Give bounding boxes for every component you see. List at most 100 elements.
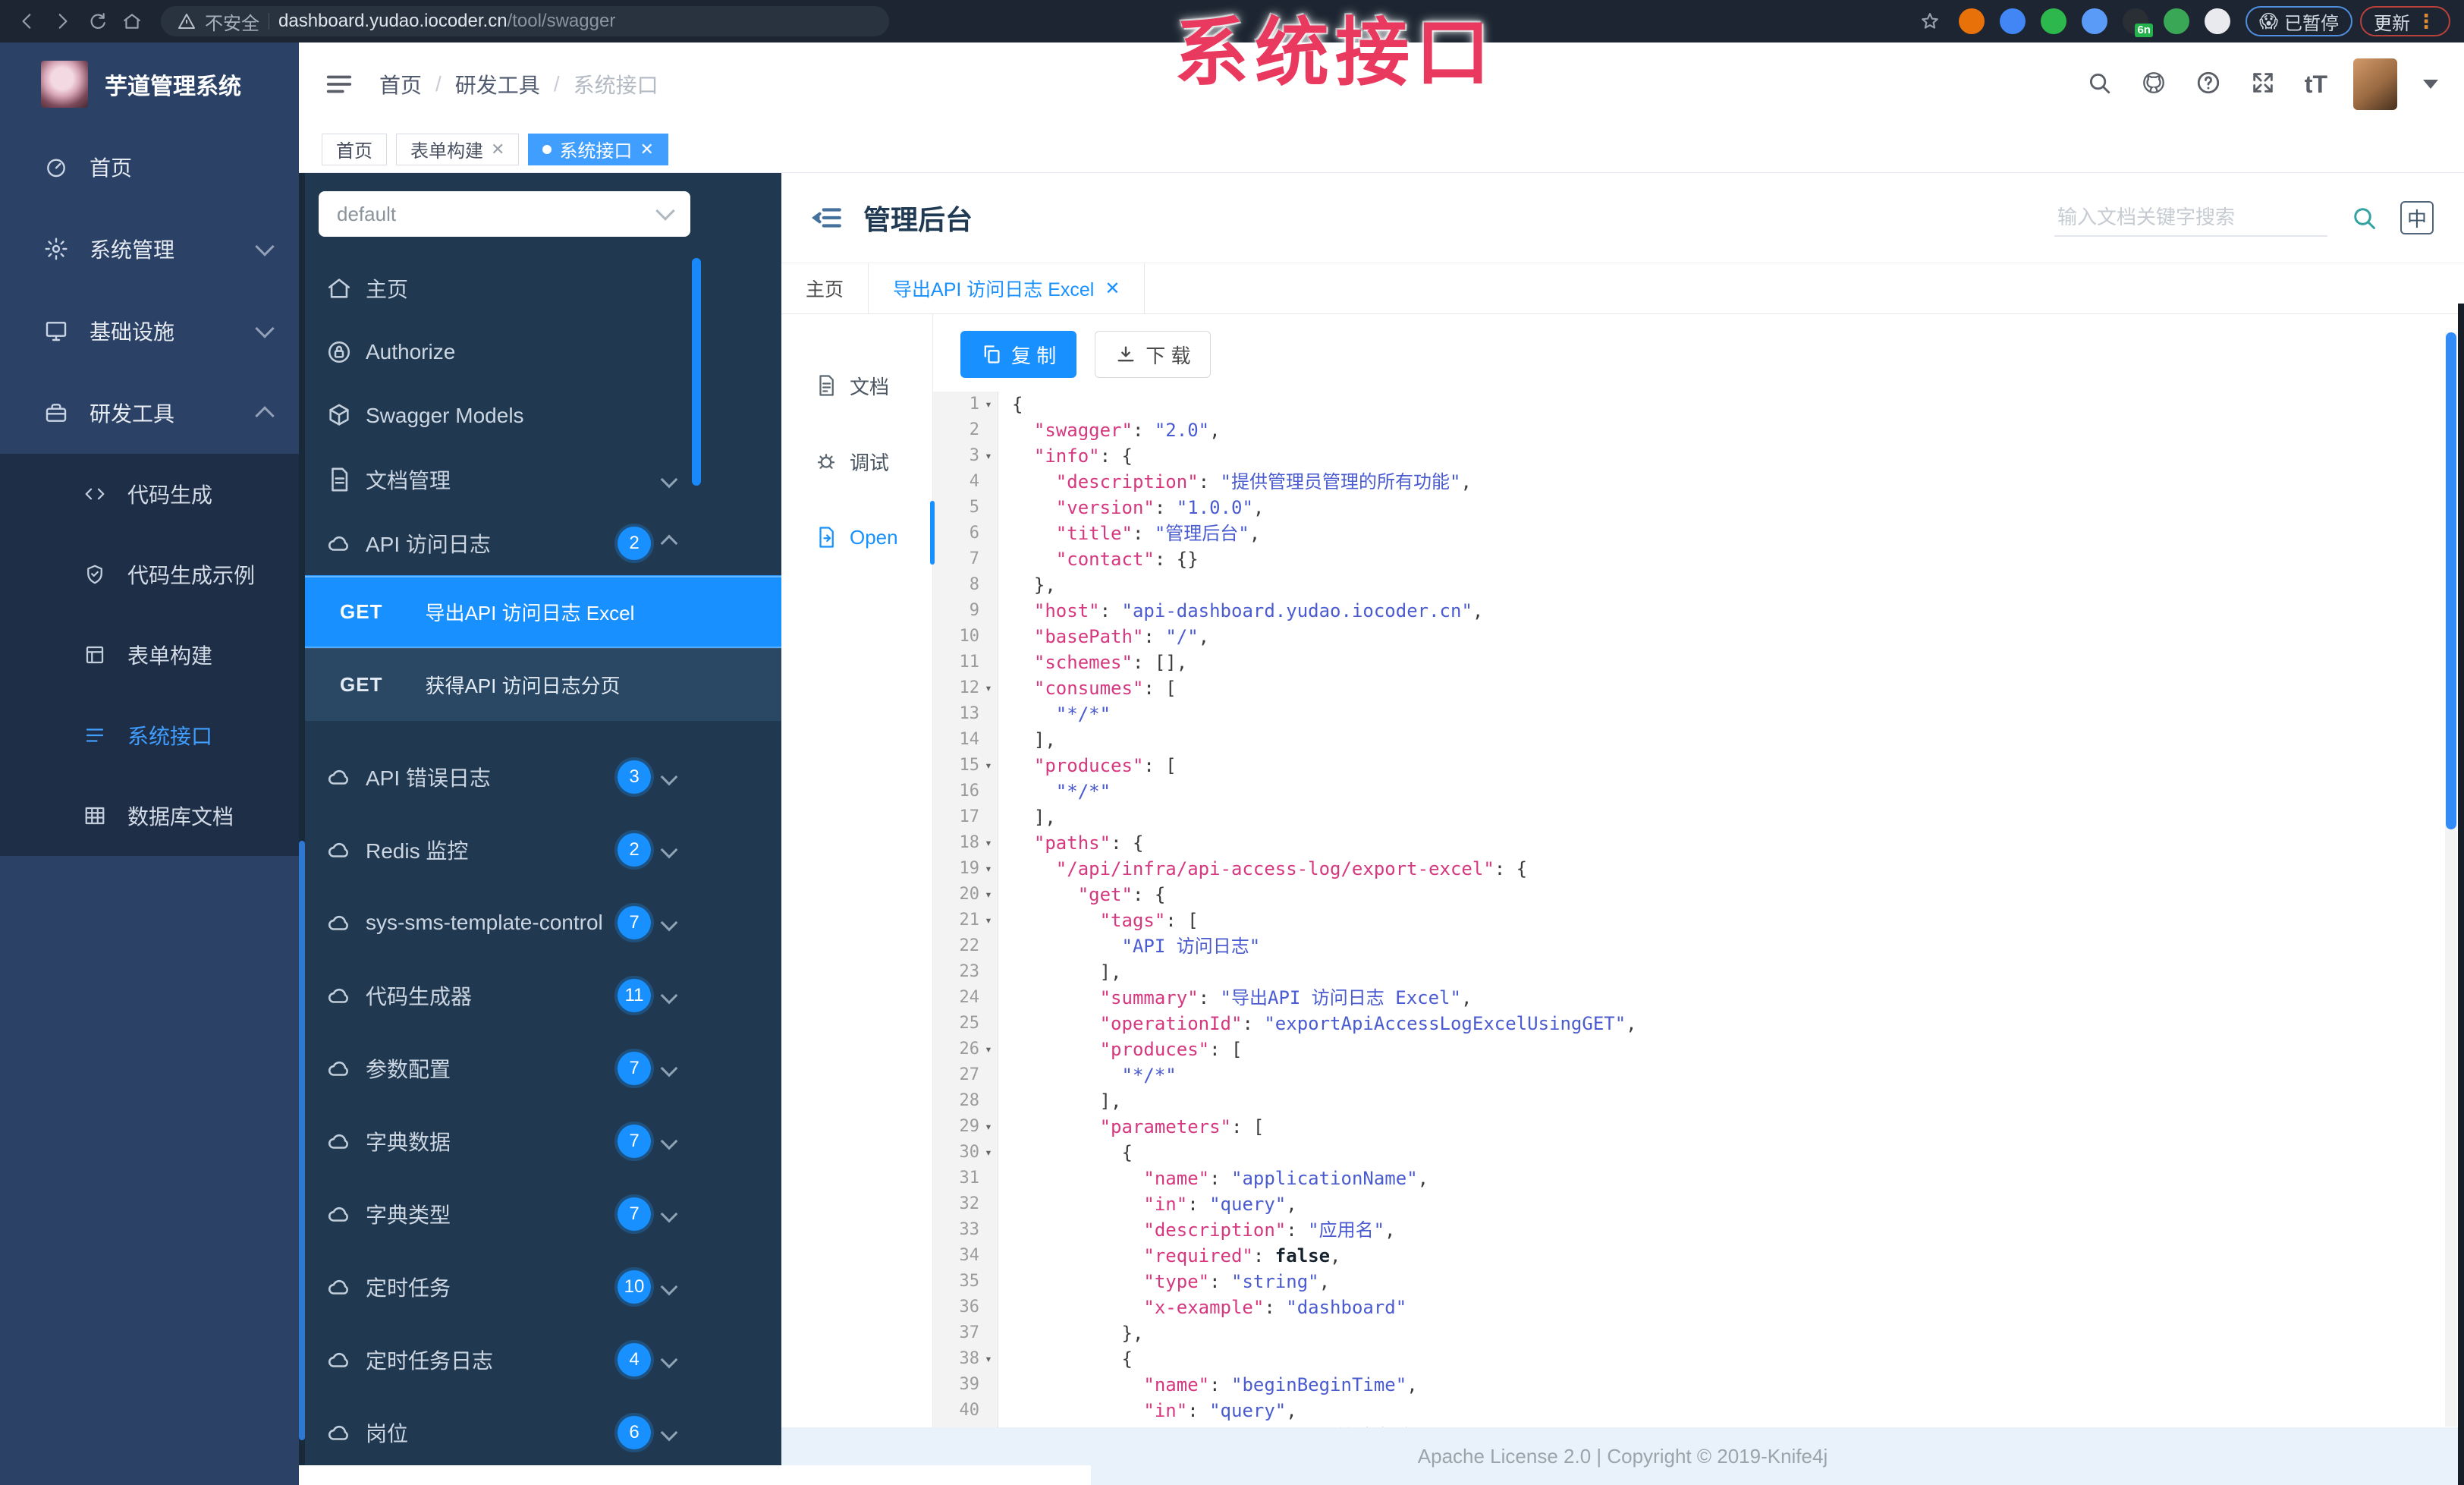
back-icon[interactable] bbox=[14, 8, 41, 35]
line-number[interactable]: 22 bbox=[933, 933, 998, 959]
line-number[interactable]: 36 bbox=[933, 1295, 998, 1320]
doc-search-input[interactable] bbox=[2057, 205, 2324, 229]
api-operation-导出API 访问日志 Excel[interactable]: GET 导出API 访问日志 Excel bbox=[299, 575, 781, 648]
swagger-group-定时任务[interactable]: 定时任务 10 bbox=[299, 1251, 781, 1323]
sidebar-subitem-系统接口[interactable]: 系统接口 bbox=[0, 695, 299, 776]
fold-toggle-icon[interactable]: ▾ bbox=[979, 443, 998, 469]
line-number[interactable]: 3 ▾ bbox=[933, 443, 998, 469]
download-button[interactable]: 下 载 bbox=[1095, 331, 1212, 378]
line-number[interactable]: 2 bbox=[933, 417, 998, 443]
fold-toggle-icon[interactable]: ▾ bbox=[979, 1140, 998, 1166]
swagger-group-岗位[interactable]: 岗位 6 bbox=[299, 1396, 781, 1465]
swagger-nav-Swagger Models[interactable]: Swagger Models bbox=[299, 384, 781, 448]
doc-scrollbar[interactable] bbox=[2445, 332, 2457, 1427]
extension-orange-icon[interactable] bbox=[1958, 8, 1985, 34]
fold-toggle-icon[interactable]: ▾ bbox=[979, 1346, 998, 1372]
doc-tab-导出API 访问日志 Excel[interactable]: 导出API 访问日志 Excel ✕ bbox=[869, 263, 1146, 313]
sidebar-subitem-代码生成示例[interactable]: 代码生成示例 bbox=[0, 534, 299, 615]
chevron-down-icon[interactable] bbox=[2423, 80, 2438, 89]
github-icon[interactable] bbox=[2141, 70, 2170, 99]
view-tab-表单构建[interactable]: 表单构建 ✕ bbox=[396, 133, 520, 165]
home-icon[interactable] bbox=[118, 8, 146, 35]
font-size-icon[interactable]: tT bbox=[2305, 71, 2327, 99]
line-number[interactable]: 6 bbox=[933, 521, 998, 546]
swagger-group-参数配置[interactable]: 参数配置 7 bbox=[299, 1032, 781, 1105]
sidebar-item-系统管理[interactable]: 系统管理 bbox=[0, 208, 299, 290]
swagger-panel-scroll-thumb[interactable] bbox=[692, 258, 701, 486]
line-number[interactable]: 5 bbox=[933, 495, 998, 521]
collapse-menu-icon[interactable] bbox=[812, 202, 844, 234]
swagger-json-editor[interactable]: 1 ▾{2 "swagger": "2.0", 3 ▾ "info": {4 "des… bbox=[933, 392, 2464, 1427]
line-number[interactable]: 7 bbox=[933, 546, 998, 572]
reload-icon[interactable] bbox=[83, 8, 111, 35]
line-number[interactable]: 16 bbox=[933, 779, 998, 804]
line-number[interactable]: 27 bbox=[933, 1062, 998, 1088]
line-number[interactable]: 17 bbox=[933, 804, 998, 830]
language-zh-icon[interactable]: 中 bbox=[2400, 201, 2434, 234]
line-number[interactable]: 24 bbox=[933, 985, 998, 1011]
line-number[interactable]: 8 bbox=[933, 572, 998, 598]
fold-toggle-icon[interactable]: ▾ bbox=[979, 1114, 998, 1140]
close-icon[interactable]: ✕ bbox=[1105, 278, 1120, 300]
line-number[interactable]: 21 ▾ bbox=[933, 908, 998, 933]
breadcrumb-item[interactable]: 首页 bbox=[379, 69, 422, 99]
fold-toggle-icon[interactable]: ▾ bbox=[979, 675, 998, 701]
view-tab-系统接口[interactable]: 系统接口 ✕ bbox=[528, 133, 668, 165]
fold-toggle-icon[interactable]: ▾ bbox=[979, 882, 998, 908]
line-number[interactable]: 40 bbox=[933, 1398, 998, 1424]
search-icon[interactable] bbox=[2086, 70, 2115, 99]
swagger-group-定时任务日志[interactable]: 定时任务日志 4 bbox=[299, 1323, 781, 1396]
line-number[interactable]: 20 ▾ bbox=[933, 882, 998, 908]
swagger-group-字典数据[interactable]: 字典数据 7 bbox=[299, 1105, 781, 1178]
sidebar-item-基础设施[interactable]: 基础设施 bbox=[0, 290, 299, 372]
avatar[interactable] bbox=[2353, 58, 2397, 110]
line-number[interactable]: 10 bbox=[933, 624, 998, 650]
line-number[interactable]: 37 bbox=[933, 1320, 998, 1346]
forward-icon[interactable] bbox=[49, 8, 76, 35]
extension-dark-icon[interactable]: 6n bbox=[2122, 8, 2153, 37]
address-bar[interactable]: 不安全 dashboard.yudao.iocoder.cn/tool/swag… bbox=[161, 6, 889, 36]
close-icon[interactable]: ✕ bbox=[491, 140, 504, 159]
swagger-group-API 错误日志[interactable]: API 错误日志 3 bbox=[299, 741, 781, 813]
extension-green-leaf-icon[interactable] bbox=[2163, 8, 2189, 34]
doc-scroll-thumb[interactable] bbox=[2446, 332, 2456, 829]
line-number[interactable]: 39 bbox=[933, 1372, 998, 1398]
swagger-nav-API 访问日志[interactable]: API 访问日志 2 bbox=[299, 511, 781, 575]
swagger-nav-主页[interactable]: 主页 bbox=[299, 256, 781, 320]
line-number[interactable]: 25 bbox=[933, 1011, 998, 1037]
swagger-group-代码生成器[interactable]: 代码生成器 11 bbox=[299, 959, 781, 1032]
view-tab-首页[interactable]: 首页 bbox=[322, 133, 387, 165]
sidebar-subitem-数据库文档[interactable]: 数据库文档 bbox=[0, 776, 299, 856]
line-number[interactable]: 31 bbox=[933, 1166, 998, 1191]
fold-toggle-icon[interactable]: ▾ bbox=[979, 1037, 998, 1062]
doc-search-submit-icon[interactable] bbox=[2350, 204, 2378, 231]
line-number[interactable]: 23 bbox=[933, 959, 998, 985]
line-number[interactable]: 1 ▾ bbox=[933, 392, 998, 417]
update-browser-button[interactable]: 更新 ⋮ bbox=[2360, 6, 2450, 36]
line-number[interactable]: 38 ▾ bbox=[933, 1346, 998, 1372]
fold-toggle-icon[interactable]: ▾ bbox=[979, 753, 998, 779]
line-number[interactable]: 28 bbox=[933, 1088, 998, 1114]
line-number[interactable]: 26 ▾ bbox=[933, 1037, 998, 1062]
swagger-group-字典类型[interactable]: 字典类型 7 bbox=[299, 1178, 781, 1251]
hamburger-icon[interactable] bbox=[325, 70, 354, 99]
line-number[interactable]: 19 ▾ bbox=[933, 856, 998, 882]
api-operation-获得API 访问日志分页[interactable]: GET 获得API 访问日志分页 bbox=[299, 648, 781, 721]
fold-toggle-icon[interactable]: ▾ bbox=[979, 908, 998, 933]
sidebar-subitem-代码生成[interactable]: 代码生成 bbox=[0, 454, 299, 534]
fold-toggle-icon[interactable]: ▾ bbox=[979, 856, 998, 882]
fold-toggle-icon[interactable]: ▾ bbox=[979, 830, 998, 856]
extension-green-circle-icon[interactable] bbox=[2040, 8, 2066, 34]
doc-nav-Open[interactable]: Open bbox=[781, 499, 932, 575]
sidebar-subitem-表单构建[interactable]: 表单构建 bbox=[0, 615, 299, 695]
fold-toggle-icon[interactable]: ▾ bbox=[979, 392, 998, 417]
extension-white-star-icon[interactable] bbox=[2204, 8, 2230, 34]
app-logo-row[interactable]: 芋道管理系统 bbox=[0, 42, 299, 126]
bookmark-star-icon[interactable] bbox=[1916, 8, 1944, 35]
line-number[interactable]: 15 ▾ bbox=[933, 753, 998, 779]
doc-search-box[interactable] bbox=[2054, 200, 2327, 237]
swagger-group-Redis 监控[interactable]: Redis 监控 2 bbox=[299, 813, 781, 886]
swagger-group-sys-sms-template-controller[interactable]: sys-sms-template-controller 7 bbox=[299, 886, 781, 959]
breadcrumb-item[interactable]: 研发工具 bbox=[455, 69, 540, 99]
close-icon[interactable]: ✕ bbox=[640, 140, 653, 159]
